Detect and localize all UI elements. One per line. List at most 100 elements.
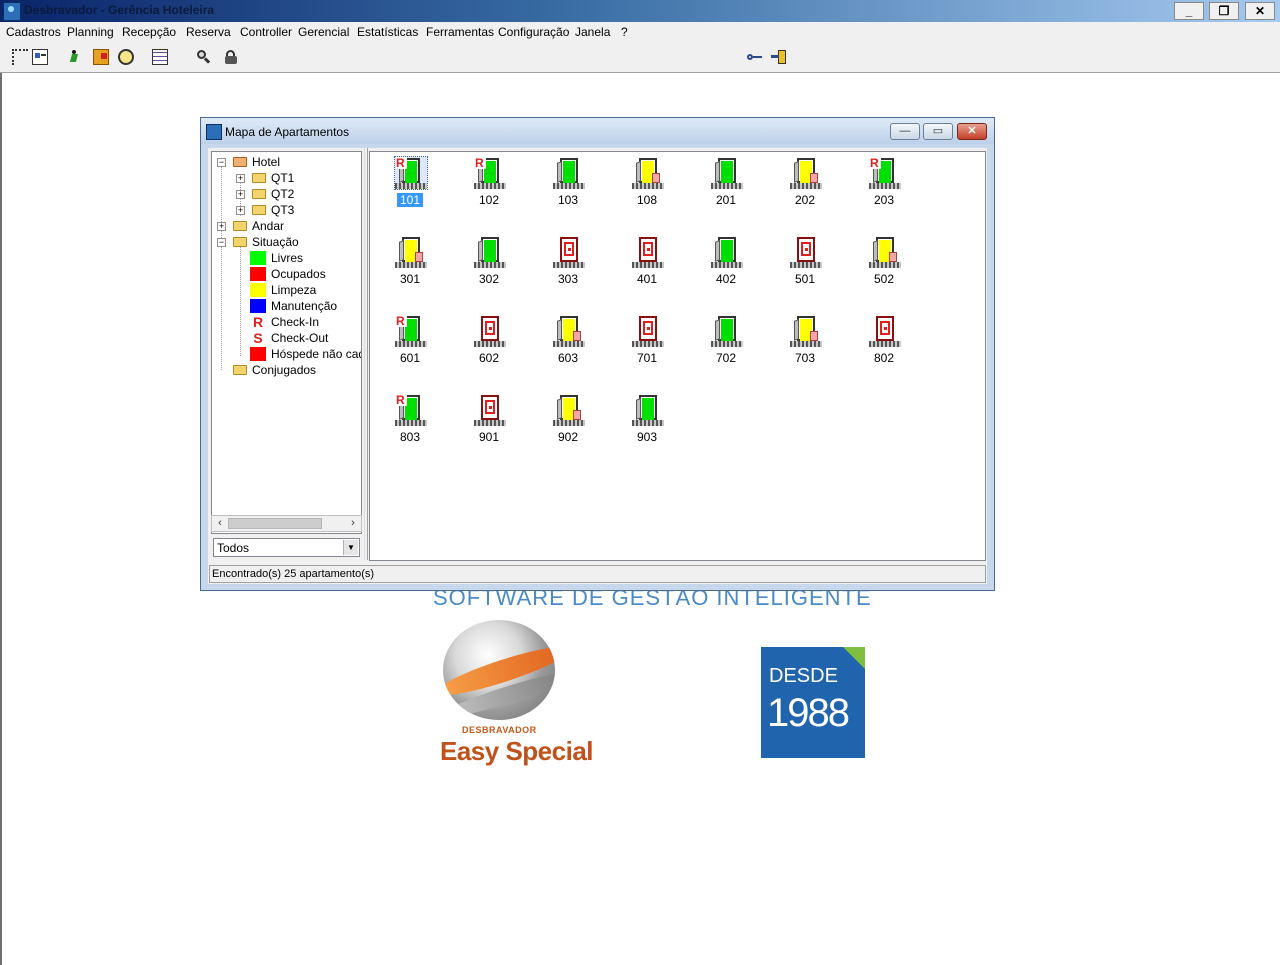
folder-icon	[252, 205, 266, 215]
logout-icon[interactable]	[771, 49, 787, 65]
apartments-grid[interactable]: R 101 R 102 103 108 201 202 R 203 301 302 303 401 402 5…	[369, 151, 986, 561]
apartment-602[interactable]: 602	[459, 312, 519, 376]
apartment-401[interactable]: 401	[617, 233, 677, 297]
tree-horizontal-scrollbar[interactable]: ‹ ›	[211, 515, 362, 532]
door-icon	[474, 315, 506, 347]
child-window-icon[interactable]	[206, 124, 222, 140]
door-icon	[790, 157, 822, 189]
child-minimize-button[interactable]: —	[890, 123, 920, 140]
minimize-button[interactable]: _	[1174, 2, 1204, 20]
apartment-302[interactable]: 302	[459, 233, 519, 297]
restore-button[interactable]: ❐	[1209, 2, 1239, 20]
apartment-502[interactable]: 502	[854, 233, 914, 297]
scroll-thumb[interactable]	[228, 518, 322, 529]
menu-controller[interactable]: Controller	[240, 25, 292, 39]
folder-icon	[233, 237, 247, 247]
tree-node-andar[interactable]: + Andar	[212, 218, 361, 234]
tree-node-qt1[interactable]: + QT1	[212, 170, 361, 186]
tree-node-check-in[interactable]: R Check-In	[212, 314, 361, 330]
tree-node-livres[interactable]: Livres	[212, 250, 361, 266]
menu-reserva[interactable]: Reserva	[186, 25, 231, 39]
menu-ferramentas[interactable]: Ferramentas	[426, 25, 494, 39]
apartment-101[interactable]: R 101	[380, 154, 440, 218]
filter-dropdown[interactable]: Todos ▼	[213, 538, 360, 557]
main-title-bar[interactable]: Desbravador - Gerência Hoteleira _ ❐ ✕	[0, 0, 1280, 22]
key-icon[interactable]	[747, 49, 763, 65]
apartment-108[interactable]: 108	[617, 154, 677, 218]
tree-node-hotel[interactable]: − Hotel	[212, 154, 361, 170]
collapse-icon[interactable]: −	[217, 238, 226, 247]
scroll-left-icon[interactable]: ‹	[213, 517, 227, 530]
scroll-right-icon[interactable]: ›	[346, 517, 360, 530]
apartment-501[interactable]: 501	[775, 233, 835, 297]
close-button[interactable]: ✕	[1245, 2, 1275, 20]
expand-icon[interactable]: +	[236, 190, 245, 199]
chevron-down-icon[interactable]: ▼	[343, 540, 358, 555]
tree-node-ocupados[interactable]: Ocupados	[212, 266, 361, 282]
exit-door-icon[interactable]	[93, 49, 109, 65]
filter-dropdown-value: Todos	[217, 541, 250, 555]
apartment-203[interactable]: R 203	[854, 154, 914, 218]
calendar-icon[interactable]	[152, 49, 168, 65]
tree-node-check-out[interactable]: S Check-Out	[212, 330, 361, 346]
door-icon	[711, 236, 743, 268]
expand-icon[interactable]: +	[236, 206, 245, 215]
expand-icon[interactable]: +	[217, 222, 226, 231]
filter-tree[interactable]: − Hotel + QT1 + QT2 + QT3 + Andar − Situ…	[211, 151, 362, 534]
apartment-902[interactable]: 902	[538, 391, 598, 455]
globe-icon[interactable]	[118, 49, 134, 65]
apartment-702[interactable]: 702	[696, 312, 756, 376]
yellow-swatch-icon	[250, 283, 266, 297]
child-title-bar[interactable]: Mapa de Apartamentos — ▭ ✕	[201, 118, 994, 144]
tree-node-manutencao[interactable]: Manutenção	[212, 298, 361, 314]
tree-node-hospede[interactable]: Hóspede não cada	[212, 346, 361, 362]
apartment-103[interactable]: 103	[538, 154, 598, 218]
child-close-button[interactable]: ✕	[957, 123, 987, 140]
search-user-icon[interactable]	[196, 49, 212, 65]
apartment-701[interactable]: 701	[617, 312, 677, 376]
folder-icon	[252, 173, 266, 183]
menu-janela[interactable]: Janela	[575, 25, 610, 39]
child-restore-button[interactable]: ▭	[923, 123, 953, 140]
apartment-903[interactable]: 903	[617, 391, 677, 455]
expand-icon[interactable]: +	[236, 174, 245, 183]
menu-recepcao[interactable]: Recepção	[122, 25, 176, 39]
tree-node-qt2[interactable]: + QT2	[212, 186, 361, 202]
apartment-number: 701	[636, 351, 658, 365]
tree-node-qt3[interactable]: + QT3	[212, 202, 361, 218]
window-title: Desbravador - Gerência Hoteleira	[24, 3, 215, 17]
menu-planning[interactable]: Planning	[67, 25, 114, 39]
apartment-201[interactable]: 201	[696, 154, 756, 218]
running-man-icon[interactable]	[67, 49, 83, 65]
apartment-number: 101	[380, 193, 440, 207]
tree-node-limpeza[interactable]: Limpeza	[212, 282, 361, 298]
apartment-map-window[interactable]: Mapa de Apartamentos — ▭ ✕ − Hotel + QT1…	[200, 117, 995, 591]
guest-luggage-icon	[573, 331, 581, 341]
panel-splitter[interactable]	[364, 148, 368, 560]
menu-configuracao[interactable]: Configuração	[498, 25, 569, 39]
apartment-901[interactable]: 901	[459, 391, 519, 455]
apartment-803[interactable]: R 803	[380, 391, 440, 455]
collapse-icon[interactable]: −	[217, 158, 226, 167]
apartment-603[interactable]: 603	[538, 312, 598, 376]
apartment-301[interactable]: 301	[380, 233, 440, 297]
menu-cadastros[interactable]: Cadastros	[6, 25, 61, 39]
child-body: − Hotel + QT1 + QT2 + QT3 + Andar − Situ…	[208, 148, 987, 584]
apartment-703[interactable]: 703	[775, 312, 835, 376]
apartment-601[interactable]: R 601	[380, 312, 440, 376]
apartment-number: 602	[478, 351, 500, 365]
tree-view-icon[interactable]	[12, 49, 28, 65]
apartment-303[interactable]: 303	[538, 233, 598, 297]
apartment-802[interactable]: 802	[854, 312, 914, 376]
menu-estatisticas[interactable]: Estatísticas	[357, 25, 418, 39]
app-icon[interactable]	[3, 2, 21, 21]
menu-help[interactable]: ?	[621, 25, 628, 39]
apartment-202[interactable]: 202	[775, 154, 835, 218]
tree-node-conjugados[interactable]: Conjugados	[212, 362, 361, 378]
tree-node-situacao[interactable]: − Situação	[212, 234, 361, 250]
lock-icon[interactable]	[223, 49, 239, 65]
card-icon[interactable]	[32, 49, 48, 65]
apartment-102[interactable]: R 102	[459, 154, 519, 218]
apartment-402[interactable]: 402	[696, 233, 756, 297]
menu-gerencial[interactable]: Gerencial	[298, 25, 349, 39]
